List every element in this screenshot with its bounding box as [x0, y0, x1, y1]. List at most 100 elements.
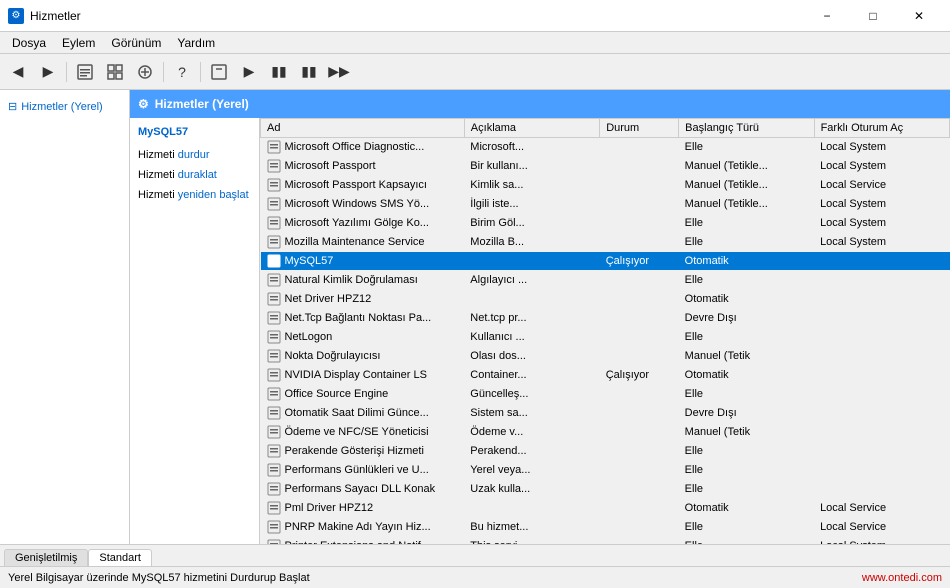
cell-name: NVIDIA Display Container LS	[261, 366, 465, 385]
tab-genisletilmis[interactable]: Genişletilmiş	[4, 549, 88, 566]
cell-logon	[814, 385, 949, 404]
toolbar-btn-3[interactable]	[131, 58, 159, 86]
table-row[interactable]: Pml Driver HPZ12OtomatikLocal Service	[261, 499, 950, 518]
cell-desc: Olası dos...	[464, 347, 599, 366]
cell-logon	[814, 328, 949, 347]
stop-link[interactable]: durdur	[178, 149, 210, 161]
cell-status: Çalışıyor	[600, 252, 679, 271]
cell-status	[600, 480, 679, 499]
table-row[interactable]: Printer Extensions and Notif...This serv…	[261, 537, 950, 545]
col-header-durum[interactable]: Durum	[600, 119, 679, 138]
table-row[interactable]: MySQL57ÇalışıyorOtomatik	[261, 252, 950, 271]
cell-name: Microsoft Office Diagnostic...	[261, 138, 465, 157]
cell-name: Office Source Engine	[261, 385, 465, 404]
tab-standart[interactable]: Standart	[88, 549, 152, 566]
sidebar-item-label[interactable]: Hizmetler (Yerel)	[21, 101, 103, 113]
cell-startup: Otomatik	[679, 499, 814, 518]
toolbar-btn-2[interactable]	[101, 58, 129, 86]
cell-startup: Manuel (Tetik	[679, 347, 814, 366]
table-row[interactable]: Otomatik Saat Dilimi Günce...Sistem sa..…	[261, 404, 950, 423]
table-row[interactable]: Net Driver HPZ12Otomatik	[261, 290, 950, 309]
cell-startup: Devre Dışı	[679, 309, 814, 328]
table-row[interactable]: Microsoft Yazılımı Gölge Ko...Birim Göl.…	[261, 214, 950, 233]
services-table-container[interactable]: Ad Açıklama Durum Başlangıç Türü Farklı …	[260, 118, 950, 544]
cell-desc: Güncelleş...	[464, 385, 599, 404]
cell-desc: Perakend...	[464, 442, 599, 461]
table-row[interactable]: NVIDIA Display Container LSContainer...Ç…	[261, 366, 950, 385]
cell-logon: Local System	[814, 157, 949, 176]
cell-desc: Yerel veya...	[464, 461, 599, 480]
cell-desc: Microsoft...	[464, 138, 599, 157]
status-text: Yerel Bilgisayar üzerinde MySQL57 hizmet…	[8, 572, 310, 584]
table-row[interactable]: Performans Günlükleri ve U...Yerel veya.…	[261, 461, 950, 480]
minimize-button[interactable]: −	[804, 0, 850, 32]
pause-button[interactable]: ▮▮	[265, 58, 293, 86]
cell-logon: Local System	[814, 138, 949, 157]
sidebar-services-icon: ⊟	[8, 100, 17, 113]
cell-startup: Otomatik	[679, 252, 814, 271]
table-row[interactable]: Microsoft Passport KapsayıcıKimlik sa...…	[261, 176, 950, 195]
close-button[interactable]: ✕	[896, 0, 942, 32]
header-text: Hizmetler (Yerel)	[155, 97, 249, 111]
cell-status	[600, 518, 679, 537]
cell-status	[600, 347, 679, 366]
next-button[interactable]: ▶▶	[325, 58, 353, 86]
sidebar-tree-item[interactable]: ⊟ Hizmetler (Yerel)	[4, 98, 125, 115]
table-row[interactable]: Mozilla Maintenance ServiceMozilla B...E…	[261, 233, 950, 252]
table-row[interactable]: Nokta DoğrulayıcısıOlası dos...Manuel (T…	[261, 347, 950, 366]
table-row[interactable]: PNRP Makine Adı Yayın Hiz...Bu hizmet...…	[261, 518, 950, 537]
cell-desc: Mozilla B...	[464, 233, 599, 252]
title-bar: ⚙ Hizmetler − □ ✕	[0, 0, 950, 32]
menu-yardim[interactable]: Yardım	[169, 34, 223, 52]
cell-desc	[464, 290, 599, 309]
restart-link[interactable]: yeniden başlat	[178, 189, 249, 201]
table-row[interactable]: Ödeme ve NFC/SE YöneticisiÖdeme v...Manu…	[261, 423, 950, 442]
cell-logon	[814, 271, 949, 290]
pause-link[interactable]: duraklat	[178, 169, 217, 181]
cell-desc: Bir kullanı...	[464, 157, 599, 176]
col-header-baslangic[interactable]: Başlangıç Türü	[679, 119, 814, 138]
toolbar-btn-1[interactable]	[71, 58, 99, 86]
cell-logon: Local Service	[814, 499, 949, 518]
cell-startup: Manuel (Tetik	[679, 423, 814, 442]
cell-desc: Bu hizmet...	[464, 518, 599, 537]
service-name: MySQL57	[138, 126, 251, 138]
service-actions: Hizmeti durdur Hizmeti duraklat Hizmeti …	[138, 146, 251, 205]
menu-gorunum[interactable]: Görünüm	[103, 34, 169, 52]
cell-name: Net Driver HPZ12	[261, 290, 465, 309]
table-row[interactable]: Microsoft Office Diagnostic...Microsoft.…	[261, 138, 950, 157]
back-button[interactable]: ◀	[4, 58, 32, 86]
cell-status	[600, 233, 679, 252]
cell-startup: Elle	[679, 328, 814, 347]
pause-action: Hizmeti duraklat	[138, 166, 251, 186]
table-row[interactable]: Net.Tcp Bağlantı Noktası Pa...Net.tcp pr…	[261, 309, 950, 328]
table-row[interactable]: NetLogonKullanıcı ...Elle	[261, 328, 950, 347]
cell-logon	[814, 404, 949, 423]
col-header-aciklama[interactable]: Açıklama	[464, 119, 599, 138]
table-row[interactable]: Microsoft PassportBir kullanı...Manuel (…	[261, 157, 950, 176]
help-button[interactable]: ?	[168, 58, 196, 86]
separator-2	[163, 62, 164, 82]
col-header-ad[interactable]: Ad	[261, 119, 465, 138]
cell-name: Performans Günlükleri ve U...	[261, 461, 465, 480]
table-row[interactable]: Perakende Gösterişi HizmetiPerakend...El…	[261, 442, 950, 461]
window-title: Hizmetler	[30, 9, 81, 23]
table-row[interactable]: Microsoft Windows SMS Yö...İlgili iste..…	[261, 195, 950, 214]
table-row[interactable]: Office Source EngineGüncelleş...Elle	[261, 385, 950, 404]
toolbar-btn-4[interactable]	[205, 58, 233, 86]
table-row[interactable]: Performans Sayacı DLL KonakUzak kulla...…	[261, 480, 950, 499]
cell-desc: Sistem sa...	[464, 404, 599, 423]
menu-dosya[interactable]: Dosya	[4, 34, 54, 52]
col-header-farklioturum[interactable]: Farklı Oturum Aç	[814, 119, 949, 138]
app-icon: ⚙	[8, 8, 24, 24]
stop-button[interactable]: ▮▮	[295, 58, 323, 86]
table-row[interactable]: Natural Kimlik DoğrulamasıAlgılayıcı ...…	[261, 271, 950, 290]
menu-eylem[interactable]: Eylem	[54, 34, 103, 52]
play-button[interactable]: ▶	[235, 58, 263, 86]
cell-status	[600, 195, 679, 214]
maximize-button[interactable]: □	[850, 0, 896, 32]
cell-logon: Local System	[814, 537, 949, 545]
cell-startup: Manuel (Tetikle...	[679, 195, 814, 214]
forward-button[interactable]: ▶	[34, 58, 62, 86]
cell-desc: Uzak kulla...	[464, 480, 599, 499]
